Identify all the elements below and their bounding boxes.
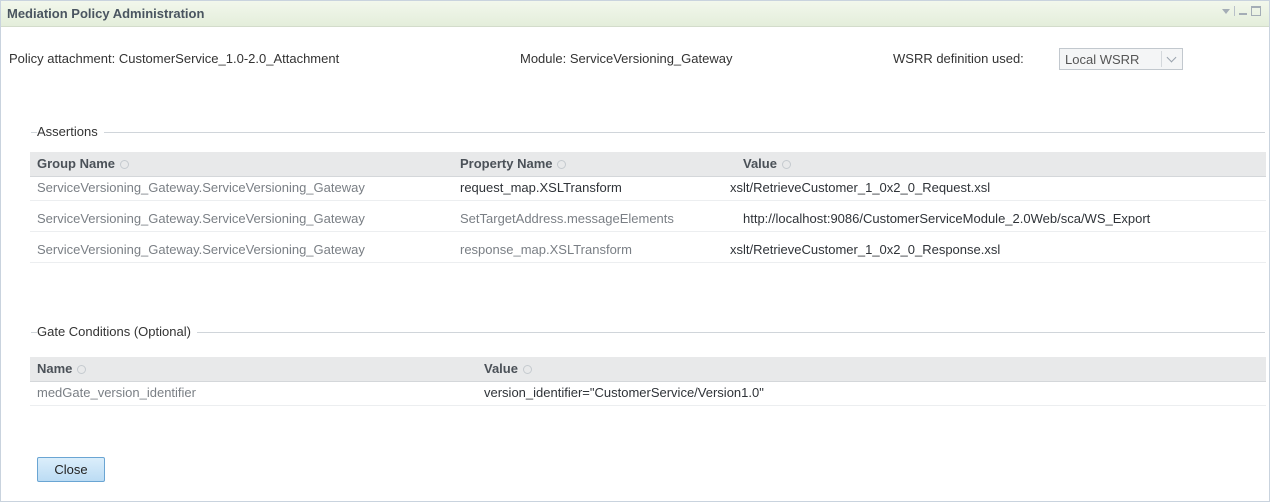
column-header-name[interactable]: Name xyxy=(37,361,87,376)
column-label: Name xyxy=(37,361,73,376)
sort-icon[interactable] xyxy=(522,365,532,374)
property-name-cell: request_map.XSLTransform xyxy=(460,180,622,195)
gate-conditions-header-row: Name Value xyxy=(30,357,1266,382)
chevron-down-icon xyxy=(1166,52,1176,63)
name-cell: medGate_version_identifier xyxy=(37,385,196,400)
maximize-icon[interactable] xyxy=(1251,6,1261,16)
table-row[interactable]: ServiceVersioning_Gateway.ServiceVersion… xyxy=(30,176,1266,201)
value-cell: http://localhost:9086/CustomerServiceMod… xyxy=(743,211,1151,226)
value-cell: xslt/RetrieveCustomer_1_0x2_0_Response.x… xyxy=(730,242,1001,257)
wsrr-definition-select[interactable]: Local WSRR xyxy=(1059,48,1183,70)
sort-icon[interactable] xyxy=(781,160,791,169)
divider xyxy=(1234,6,1235,16)
chevron-down-icon[interactable] xyxy=(1222,8,1230,14)
wsrr-definition-value: Local WSRR xyxy=(1065,52,1140,67)
column-label: Property Name xyxy=(460,156,553,171)
table-row[interactable]: ServiceVersioning_Gateway.ServiceVersion… xyxy=(30,238,1266,263)
window-controls xyxy=(1222,4,1261,16)
sort-icon[interactable] xyxy=(557,160,567,169)
dropdown-button[interactable] xyxy=(1161,51,1180,67)
minimize-icon[interactable] xyxy=(1239,13,1247,15)
wsrr-definition-label: WSRR definition used: xyxy=(893,51,1024,66)
group-name-cell: ServiceVersioning_Gateway.ServiceVersion… xyxy=(37,211,365,226)
policy-attachment-text: Policy attachment: CustomerService_1.0-2… xyxy=(9,51,340,66)
value-cell: xslt/RetrieveCustomer_1_0x2_0_Request.xs… xyxy=(730,180,991,195)
module-text: Module: ServiceVersioning_Gateway xyxy=(520,51,733,66)
titlebar: Mediation Policy Administration xyxy=(1,1,1269,27)
assertions-divider xyxy=(31,132,1265,133)
property-name-cell: response_map.XSLTransform xyxy=(460,242,632,257)
sort-icon[interactable] xyxy=(77,365,87,374)
portlet-window: Mediation Policy Administration Policy a… xyxy=(0,0,1270,502)
value-cell: version_identifier="CustomerService/Vers… xyxy=(484,385,764,400)
close-button[interactable]: Close xyxy=(37,457,105,482)
property-name-cell: SetTargetAddress.messageElements xyxy=(460,211,674,226)
table-row[interactable]: medGate_version_identifier version_ident… xyxy=(30,381,1266,406)
column-header-value[interactable]: Value xyxy=(484,361,532,376)
gate-conditions-divider xyxy=(31,332,1265,333)
group-name-cell: ServiceVersioning_Gateway.ServiceVersion… xyxy=(37,242,365,257)
sort-icon[interactable] xyxy=(120,160,130,169)
assertions-title: Assertions xyxy=(37,124,104,139)
column-label: Value xyxy=(743,156,777,171)
column-header-group-name[interactable]: Group Name xyxy=(37,156,130,171)
column-label: Value xyxy=(484,361,518,376)
group-name-cell: ServiceVersioning_Gateway.ServiceVersion… xyxy=(37,180,365,195)
column-label: Group Name xyxy=(37,156,116,171)
window-title: Mediation Policy Administration xyxy=(7,6,205,21)
column-header-property-name[interactable]: Property Name xyxy=(460,156,567,171)
assertions-header-row: Group Name Property Name Value xyxy=(30,152,1266,177)
column-header-value[interactable]: Value xyxy=(743,156,791,171)
table-row[interactable]: ServiceVersioning_Gateway.ServiceVersion… xyxy=(30,207,1266,232)
gate-conditions-title: Gate Conditions (Optional) xyxy=(37,324,197,339)
